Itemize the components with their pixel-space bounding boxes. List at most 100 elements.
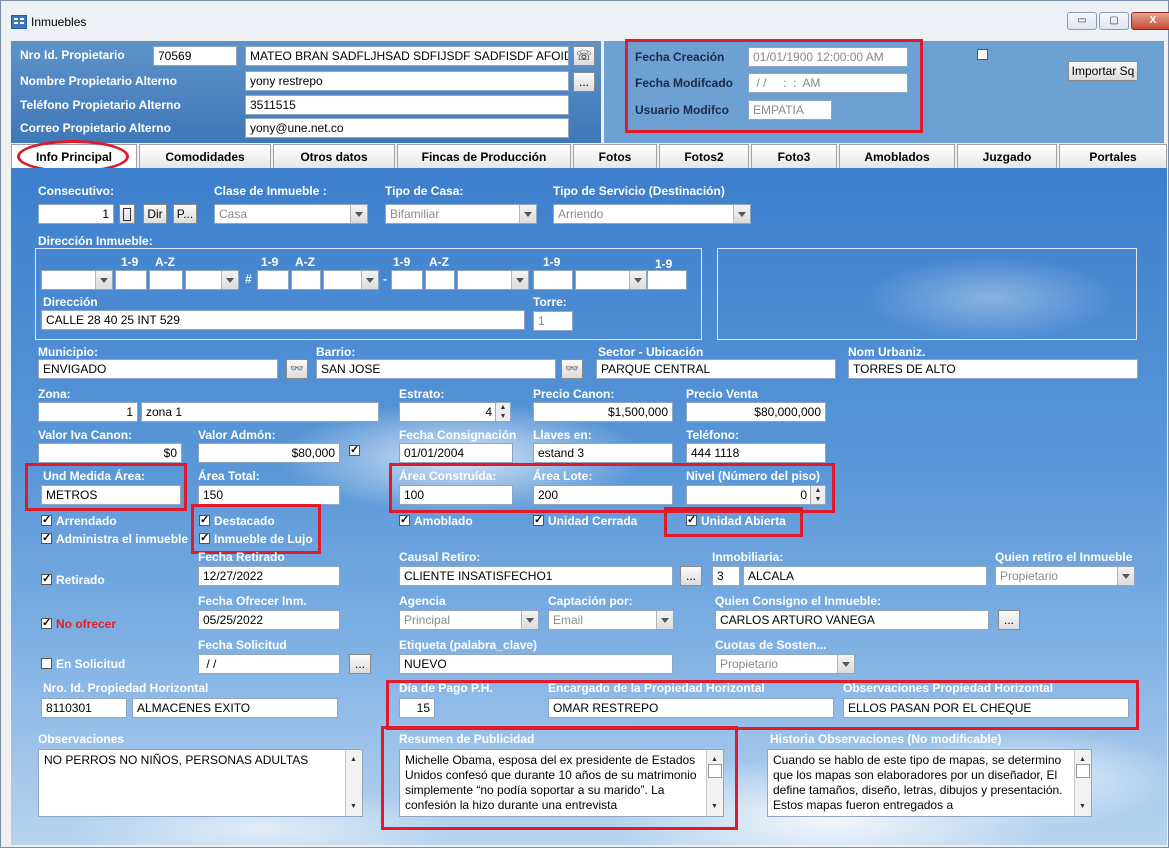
observaciones-scrollbar[interactable] (345, 750, 362, 816)
quien-retiro-select[interactable]: Propietario (995, 566, 1135, 586)
dir-suffix-select-3[interactable] (457, 270, 529, 290)
municipio-search-button[interactable]: 👓 (286, 359, 308, 379)
precio-venta-input[interactable]: $80,000,000 (686, 402, 826, 422)
cuotas-label: Cuotas de Sosten... (715, 638, 827, 652)
consecutivo-input[interactable]: 1 (38, 204, 114, 224)
fecha-solicitud-browse-button[interactable]: ... (349, 654, 371, 674)
consecutivo-picker-button[interactable] (119, 204, 135, 224)
tab-fotos2[interactable]: Fotos2 (659, 144, 749, 168)
alt-email-input[interactable]: yony@une.net.co (245, 118, 569, 138)
header-checkbox[interactable] (977, 49, 988, 60)
fecha-solicitud-input[interactable]: / / (198, 654, 340, 674)
import-button[interactable]: Importar Sq (1068, 61, 1138, 81)
dir-num-input-5[interactable] (647, 270, 687, 290)
administra-checkbox[interactable]: ✓ (41, 533, 52, 544)
telefono-input[interactable]: 444 1118 (686, 443, 826, 463)
agencia-select[interactable]: Principal (399, 610, 539, 630)
tipo-servicio-select[interactable]: Arriendo (553, 204, 751, 224)
clase-select[interactable]: Casa (214, 204, 368, 224)
ph-id-input[interactable]: 8110301 (41, 698, 127, 718)
iva-input[interactable]: $0 (38, 443, 182, 463)
owner-name-input[interactable]: MATEO BRAN SADFLJHSAD SDFIJSDF SADFISDF … (245, 46, 569, 66)
zona-num-input[interactable]: 1 (38, 402, 138, 422)
phone-button[interactable]: ☏ (573, 46, 595, 66)
quien-consigno-input[interactable]: CARLOS ARTURO VANEGA (715, 610, 989, 630)
area-total-input[interactable]: 150 (198, 485, 340, 505)
dir-button[interactable]: Dir (143, 204, 167, 224)
col-19-label-5: 1-9 (655, 257, 673, 271)
torre-input[interactable]: 1 (533, 311, 573, 331)
tab-otros-datos[interactable]: Otros datos (273, 144, 395, 168)
quien-consigno-browse-button[interactable]: ... (998, 610, 1020, 630)
consignacion-input[interactable]: 01/01/2004 (399, 443, 513, 463)
dir-suffix-select-2[interactable] (323, 270, 379, 290)
tab-amoblados[interactable]: Amoblados (839, 144, 955, 168)
ph-name-input[interactable]: ALMACENES EXITO (132, 698, 338, 718)
admon-checkbox[interactable]: ✓ (349, 445, 360, 456)
tab-portales[interactable]: Portales (1059, 144, 1167, 168)
maximize-button[interactable]: ▢ (1099, 12, 1129, 30)
no-ofrecer-checkbox[interactable]: ✓ (41, 618, 52, 629)
en-solicitud-checkbox[interactable] (41, 658, 52, 669)
inmobiliaria-input[interactable]: ALCALA (743, 566, 987, 586)
barrio-search-button[interactable]: 👓 (561, 359, 583, 379)
alt-name-input[interactable]: yony restrepo (245, 71, 569, 91)
causal-browse-button[interactable]: ... (680, 566, 702, 586)
retirado-checkbox[interactable]: ✓ (41, 574, 52, 585)
etiqueta-input[interactable]: NUEVO (399, 654, 673, 674)
barrio-input[interactable]: SAN JOSE (316, 359, 556, 379)
tab-juzgado[interactable]: Juzgado (957, 144, 1057, 168)
fecha-ofrecer-input[interactable]: 05/25/2022 (198, 610, 340, 630)
cuotas-select[interactable]: Propietario (715, 654, 855, 674)
urbaniz-input[interactable]: TORRES DE ALTO (848, 359, 1138, 379)
tipo-servicio-label: Tipo de Servicio (Destinación) (553, 184, 725, 198)
alt-phone-input[interactable]: 3511515 (245, 95, 569, 115)
observaciones-textarea[interactable]: NO PERROS NO NIÑOS, PERSONAS ADULTAS (38, 749, 363, 817)
close-button[interactable]: X (1131, 12, 1169, 30)
precio-canon-input[interactable]: $1,500,000 (533, 402, 673, 422)
captacion-select[interactable]: Email (548, 610, 674, 630)
sector-input[interactable]: PARQUE CENTRAL (596, 359, 836, 379)
torre-label: Torre: (533, 295, 567, 309)
causal-input[interactable]: CLIENTE INSATISFECHO1 (399, 566, 673, 586)
dir-num-input-3[interactable] (391, 270, 423, 290)
en-solicitud-label: En Solicitud (56, 657, 126, 671)
causal-label: Causal Retiro: (399, 550, 481, 564)
tab-comodidades[interactable]: Comodidades (139, 144, 271, 168)
zona-label: Zona: (38, 387, 71, 401)
dir-suffix-select-4[interactable] (575, 270, 647, 290)
estrato-input[interactable]: 4 ▲ ▼ (399, 402, 511, 422)
arrendado-checkbox[interactable]: ✓ (41, 515, 52, 526)
dir-letter-input-1[interactable] (149, 270, 183, 290)
zona-input[interactable]: zona 1 (141, 402, 379, 422)
llaves-input[interactable]: estand 3 (533, 443, 673, 463)
admon-input[interactable]: $80,000 (198, 443, 340, 463)
admon-label: Valor Admón: (198, 428, 276, 442)
historia-textarea[interactable]: Cuando se hablo de este tipo de mapas, s… (767, 749, 1092, 817)
amoblado-checkbox[interactable]: ✓ (399, 515, 410, 526)
dir-letter-input-3[interactable] (425, 270, 455, 290)
historia-scrollbar[interactable] (1074, 750, 1091, 816)
municipio-input[interactable]: ENVIGADO (38, 359, 278, 379)
dir-suffix-select-1[interactable] (185, 270, 239, 290)
owner-id-input[interactable]: 70569 (153, 46, 237, 66)
unidad-cerrada-checkbox[interactable]: ✓ (533, 515, 544, 526)
inmobiliaria-num-input[interactable]: 3 (712, 566, 740, 586)
p-button[interactable]: P... (173, 204, 197, 224)
dir-via-select[interactable] (41, 270, 113, 290)
tab-foto3[interactable]: Foto3 (751, 144, 837, 168)
tipo-casa-select[interactable]: Bifamiliar (385, 204, 537, 224)
dir-letter-input-2[interactable] (291, 270, 321, 290)
tab-fincas[interactable]: Fincas de Producción (397, 144, 571, 168)
fecha-retirado-input[interactable]: 12/27/2022 (198, 566, 340, 586)
dir-num-input-1[interactable] (115, 270, 147, 290)
direccion-input[interactable]: CALLE 28 40 25 INT 529 (41, 310, 525, 330)
dir-num-input-2[interactable] (257, 270, 289, 290)
dir-num-input-4[interactable] (533, 270, 573, 290)
alt-phone-label: Teléfono Propietario Alterno (20, 98, 181, 112)
precio-canon-label: Precio Canon: (533, 387, 615, 401)
alt-owner-browse-button[interactable]: ... (573, 72, 595, 92)
minimize-button[interactable]: ▭ (1067, 12, 1097, 30)
tab-fotos[interactable]: Fotos (573, 144, 657, 168)
col-19-label-4: 1-9 (543, 255, 561, 269)
